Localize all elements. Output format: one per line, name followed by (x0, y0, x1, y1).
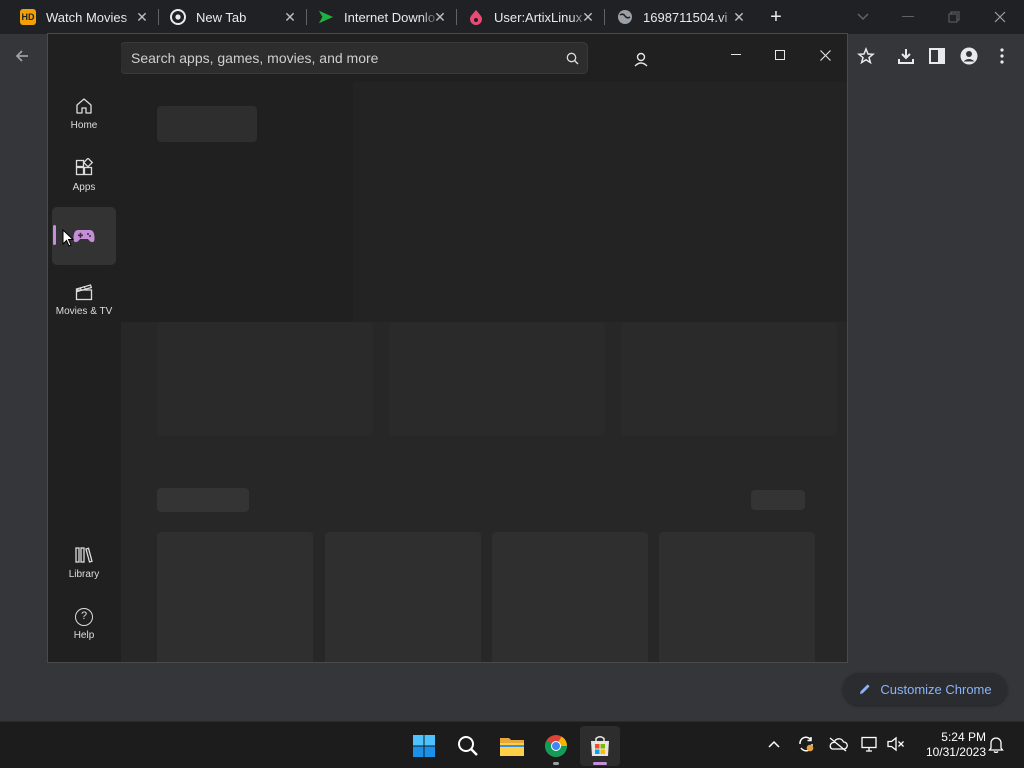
restore-icon[interactable] (931, 0, 977, 34)
volume-muted-icon[interactable] (882, 730, 910, 758)
sync-icon[interactable] (792, 730, 820, 758)
nav-label-library: Library (68, 568, 100, 580)
artix-icon (468, 9, 484, 25)
chrome-taskbar-icon[interactable] (536, 726, 576, 766)
back-arrow-icon[interactable] (6, 40, 38, 72)
downloads-icon[interactable] (890, 40, 922, 72)
store-search-box (120, 42, 588, 74)
tab-title: Watch Movies (46, 9, 128, 25)
close-tab-icon[interactable]: ✕ (134, 9, 150, 25)
card-placeholder (157, 322, 373, 436)
active-app-indicator (593, 762, 607, 765)
clock-time: 5:24 PM (941, 730, 986, 744)
globe-icon (617, 9, 633, 25)
close-tab-icon[interactable]: ✕ (731, 9, 747, 25)
nav-item-home[interactable]: Home (52, 84, 116, 142)
bookmark-star-icon[interactable] (850, 40, 882, 72)
tab-separator (456, 9, 457, 25)
tab-new-tab[interactable]: New Tab ✕ (170, 0, 298, 34)
tab-title: User:ArtixLinux (494, 9, 583, 25)
onedrive-offline-icon[interactable] (824, 730, 852, 758)
store-navigation: Home Apps Movies & TV Library ? Help (48, 34, 121, 662)
microsoft-store-window: Home Apps Movies & TV Library ? Help (47, 33, 848, 663)
running-indicator (553, 762, 559, 765)
search-icon[interactable] (557, 52, 587, 65)
active-indicator (53, 225, 56, 245)
tab-title: Internet Downlo (344, 9, 436, 25)
gamepad-icon (73, 230, 95, 243)
side-panel-icon[interactable] (921, 40, 953, 72)
card-placeholder (389, 322, 605, 436)
hero-title-placeholder (157, 106, 257, 142)
notification-bell-icon[interactable] (982, 730, 1010, 758)
idm-icon (318, 9, 334, 25)
tab-internet-download[interactable]: Internet Downlo ✕ (318, 0, 448, 34)
tab-title: 1698711504.vi (643, 9, 728, 25)
clock-date: 10/31/2023 (925, 745, 986, 759)
tab-separator (158, 9, 159, 25)
home-icon (76, 97, 92, 114)
taskbar-search-icon[interactable] (448, 726, 488, 766)
close-tab-icon[interactable]: ✕ (580, 9, 596, 25)
customize-chrome-label: Customize Chrome (880, 681, 992, 697)
nav-label-help: Help (73, 629, 95, 641)
tab-separator (306, 9, 307, 25)
tab-title: New Tab (196, 9, 247, 25)
store-close-icon[interactable] (805, 40, 845, 70)
nav-label-apps: Apps (72, 181, 96, 193)
close-tab-icon[interactable]: ✕ (282, 9, 298, 25)
chrome-menu-icon[interactable] (986, 40, 1018, 72)
nav-item-apps[interactable]: Apps (52, 146, 116, 204)
mouse-cursor-icon (62, 228, 75, 247)
chrome-icon (170, 9, 186, 25)
tab-artix-linux[interactable]: User:ArtixLinux ✕ (468, 0, 596, 34)
show-hidden-icons-chevron-icon[interactable] (760, 730, 788, 758)
tile-placeholder (659, 532, 815, 662)
tile-placeholder (492, 532, 648, 662)
store-search-input[interactable] (121, 49, 557, 67)
start-button-icon[interactable] (404, 726, 444, 766)
apps-icon (75, 157, 94, 175)
film-icon (75, 283, 93, 300)
card-placeholder (621, 322, 837, 436)
nav-label-home: Home (70, 119, 98, 131)
profile-avatar-icon[interactable] (953, 40, 985, 72)
close-tab-icon[interactable]: ✕ (432, 9, 448, 25)
minimize-icon[interactable] (885, 0, 931, 34)
new-tab-plus-icon[interactable]: + (764, 5, 788, 29)
close-window-icon[interactable] (977, 0, 1023, 34)
hd-favicon-icon: HD (20, 9, 36, 25)
store-account-icon[interactable] (630, 48, 652, 70)
tile-placeholder (325, 532, 481, 662)
nav-label-movies-tv: Movies & TV (55, 305, 113, 317)
file-explorer-icon[interactable] (492, 726, 532, 766)
store-maximize-icon[interactable] (760, 40, 800, 70)
tile-placeholder (157, 532, 313, 662)
tab-watch-movies[interactable]: HD Watch Movies ✕ (20, 0, 150, 34)
customize-chrome-button[interactable]: Customize Chrome (843, 673, 1007, 705)
chrome-tab-strip: HD Watch Movies ✕ New Tab ✕ Internet Dow… (0, 0, 1024, 34)
store-content-loading (121, 82, 847, 662)
nav-item-help[interactable]: ? Help (52, 595, 116, 653)
store-minimize-icon[interactable] (716, 40, 756, 70)
network-icon[interactable] (856, 730, 884, 758)
library-icon (75, 546, 93, 563)
section-title-placeholder (157, 488, 249, 512)
tab-separator (604, 9, 605, 25)
tab-search-chevron-icon[interactable] (840, 0, 886, 34)
tab-video-file[interactable]: 1698711504.vi ✕ (617, 0, 747, 34)
windows-taskbar: 5:24 PM 10/31/2023 (0, 721, 1024, 768)
microsoft-store-taskbar-icon[interactable] (580, 726, 620, 766)
nav-item-movies-tv[interactable]: Movies & TV (52, 270, 116, 328)
nav-item-library[interactable]: Library (52, 533, 116, 591)
pencil-icon (860, 684, 870, 694)
help-icon: ? (75, 607, 93, 626)
see-all-placeholder (751, 490, 805, 510)
system-clock[interactable]: 5:24 PM 10/31/2023 (914, 730, 986, 760)
